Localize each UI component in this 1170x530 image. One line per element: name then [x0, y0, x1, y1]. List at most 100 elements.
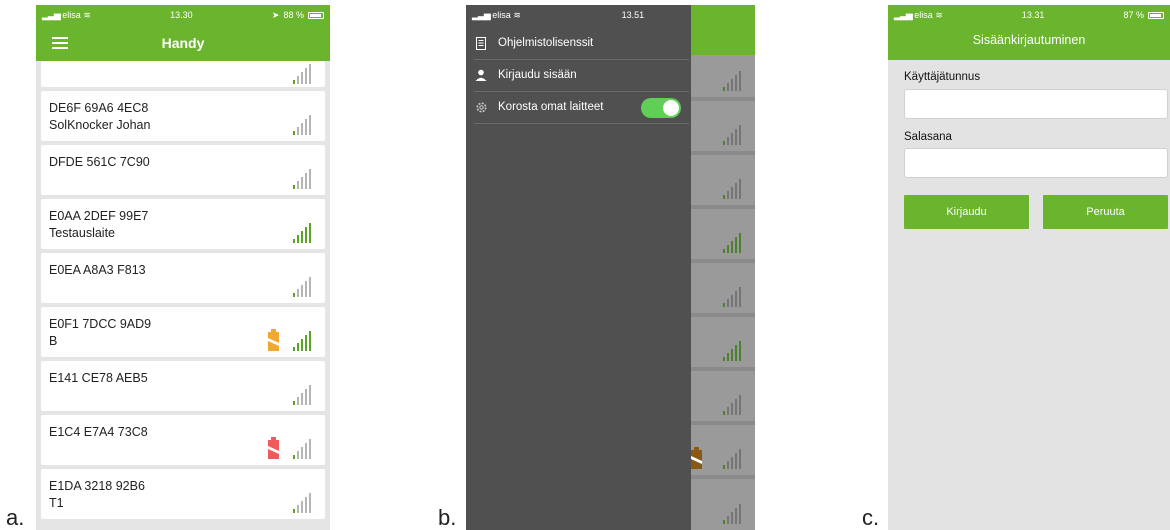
menu-item-licenses[interactable]: Ohjelmistolisenssit [474, 29, 689, 57]
device-list-item [691, 479, 755, 530]
signal-strength-icon [291, 385, 315, 405]
dimmed-device-list [691, 5, 755, 530]
carrier-label: ▂▃▅ elisa ≋ [472, 9, 521, 20]
username-label: Käyttäjätunnus [904, 71, 981, 83]
device-list-item [691, 317, 755, 367]
page-title: Sisäänkirjautuminen [972, 33, 1086, 47]
carrier-label: ▂▃▅ elisa ≋ [42, 9, 91, 20]
device-list-item[interactable]: E1C4 E7A4 73C8 [41, 415, 325, 465]
phone-screen-device-list: ▂▃▅ elisa ≋ 13.30 ➤ 88 % Handy DE6F 69A6 … [36, 5, 330, 530]
signal-strength-icon [721, 179, 745, 199]
username-input[interactable] [904, 89, 1168, 119]
caption-b: b. [438, 505, 457, 530]
device-name: B [49, 334, 58, 348]
device-id: E141 CE78 AEB5 [49, 371, 148, 385]
battery-icon [1148, 11, 1164, 19]
signal-strength-icon [291, 439, 315, 459]
side-menu: ▂▃▅ elisa ≋ 13.51 Ohjelmistolisenssit Ki… [466, 5, 691, 530]
phone-screen-login: ▂▃▅ elisa ≋ 13.31 87 % Sisäänkirjautumin… [888, 5, 1170, 530]
password-input[interactable] [904, 148, 1168, 178]
battery-icon [307, 11, 324, 19]
password-label: Salasana [904, 131, 952, 143]
clock: 13.30 [170, 10, 193, 20]
device-name: Testauslaite [49, 226, 116, 240]
status-bar: ▂▃▅ elisa ≋ 13.31 87 % [888, 5, 1170, 25]
wifi-icon: ≋ [83, 9, 91, 20]
device-list-item[interactable]: E1DA 3218 92B6 T1 [41, 469, 325, 519]
device-id: DE6F 69A6 4EC8 [49, 101, 149, 115]
signal-strength-icon [291, 64, 315, 84]
signal-strength-icon [291, 493, 315, 513]
document-icon [474, 36, 488, 50]
device-list-item [691, 371, 755, 421]
caption-c: c. [862, 505, 880, 530]
divider [474, 91, 689, 92]
device-id: E1DA 3218 92B6 [49, 479, 145, 493]
device-id: E0AA 2DEF 99E7 [49, 209, 149, 223]
device-list-item [691, 155, 755, 205]
hamburger-icon[interactable] [52, 37, 68, 49]
menu-item-highlight-devices: Korosta omat laitteet [474, 93, 689, 121]
user-icon [474, 68, 488, 82]
device-list-item [691, 101, 755, 151]
location-icon: ➤ [271, 9, 280, 20]
signal-strength-icon [721, 71, 745, 91]
menu-item-label: Korosta omat laitteet [498, 101, 604, 113]
device-id: DFDE 561C 7C90 [49, 155, 150, 169]
signal-strength-icon [721, 449, 745, 469]
signal-strength-icon [291, 223, 315, 243]
signal-strength-icon [721, 287, 745, 307]
device-name: SolKnocker Johan [49, 118, 151, 132]
battery-low-icon [268, 437, 279, 459]
cancel-button[interactable]: Peruuta [1043, 195, 1168, 229]
device-list-item [691, 263, 755, 313]
device-id: E0F1 7DCC 9AD9 [49, 317, 152, 331]
carrier-label: ▂▃▅ elisa ≋ [894, 9, 943, 20]
wifi-icon: ≋ [935, 9, 943, 20]
clock: 13.31 [1021, 10, 1045, 20]
page-title: Handy [161, 35, 205, 51]
caption-a: a. [6, 505, 25, 530]
phone-screen-menu: ▂▃▅ elisa ≋ 13.51 Ohjelmistolisenssit Ki… [466, 5, 755, 530]
signal-strength-icon [291, 169, 315, 189]
battery-mid-icon [691, 447, 702, 469]
status-bar: ▂▃▅ elisa ≋ 13.30 ➤ 88 % [36, 5, 330, 25]
device-list-item [691, 425, 755, 475]
device-id: E1C4 E7A4 73C8 [49, 425, 148, 439]
cell-signal-icon: ▂▃▅ [894, 9, 913, 20]
device-list-item [691, 209, 755, 259]
signal-strength-icon [721, 125, 745, 145]
cell-signal-icon: ▂▃▅ [472, 9, 491, 20]
device-list-item[interactable]: E0AA 2DEF 99E7 Testauslaite [41, 199, 325, 249]
clock: 13.51 [621, 10, 645, 20]
signal-strength-icon [291, 277, 315, 297]
battery-percent: 88 % [283, 10, 304, 20]
battery-mid-icon [268, 329, 279, 351]
device-list-item[interactable]: DE6F 69A6 4EC8 SolKnocker Johan [41, 91, 325, 141]
divider [474, 123, 689, 124]
device-list-item[interactable]: DFDE 561C 7C90 [41, 145, 325, 195]
signal-strength-icon [721, 341, 745, 361]
app-header: ▂▃▅ elisa ≋ 13.31 87 % Sisäänkirjautumin… [888, 5, 1170, 60]
wifi-icon: ≋ [513, 9, 521, 20]
device-list-item[interactable]: E0EA A8A3 F813 [41, 253, 325, 303]
signal-strength-icon [721, 504, 745, 524]
device-name: T1 [49, 496, 64, 510]
device-list-item[interactable]: E141 CE78 AEB5 [41, 361, 325, 411]
menu-item-login[interactable]: Kirjaudu sisään [474, 61, 689, 89]
nav-bar: Handy [36, 25, 330, 61]
device-list-item[interactable] [41, 61, 325, 87]
device-list-item [691, 55, 755, 97]
highlight-toggle[interactable] [641, 98, 681, 118]
status-bar: ▂▃▅ elisa ≋ 13.51 [466, 5, 691, 25]
gear-icon [474, 100, 488, 114]
signal-strength-icon [291, 331, 315, 351]
app-header [691, 5, 755, 55]
device-list-item[interactable]: E0F1 7DCC 9AD9 B [41, 307, 325, 357]
device-id: E0EA A8A3 F813 [49, 263, 146, 277]
signal-strength-icon [291, 115, 315, 135]
login-button[interactable]: Kirjaudu [904, 195, 1029, 229]
menu-item-label: Ohjelmistolisenssit [498, 37, 594, 49]
menu-item-label: Kirjaudu sisään [498, 69, 577, 81]
divider [474, 59, 689, 60]
